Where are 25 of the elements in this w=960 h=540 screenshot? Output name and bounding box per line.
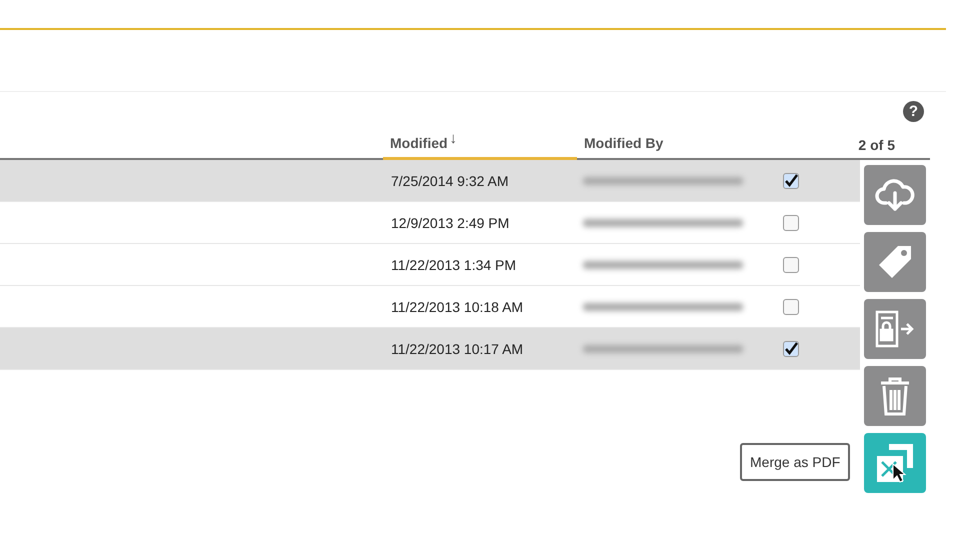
- selection-counter: 2 of 5: [858, 137, 896, 155]
- modified-date: 11/22/2013 1:34 PM: [390, 256, 518, 272]
- modified-date: 11/22/2013 10:18 AM: [390, 298, 524, 314]
- row-checkbox[interactable]: [783, 172, 799, 188]
- merge-button[interactable]: [864, 433, 926, 493]
- modified-date: 12/9/2013 2:49 PM: [390, 214, 510, 230]
- locked-document-icon: [874, 310, 916, 348]
- modified-date: 7/25/2014 9:32 AM: [390, 172, 510, 188]
- download-button[interactable]: [864, 165, 926, 225]
- delete-button[interactable]: [864, 366, 926, 426]
- cloud-download-icon: [875, 177, 915, 213]
- tag-button[interactable]: [864, 232, 926, 292]
- tooltip: Merge as PDF: [740, 443, 850, 481]
- merge-documents-icon: [875, 442, 915, 484]
- modified-date: 11/22/2013 10:17 AM: [390, 340, 524, 356]
- row-checkbox[interactable]: [783, 256, 799, 272]
- table-row[interactable]: 11/22/2013 10:17 AM: [0, 328, 860, 370]
- row-checkbox[interactable]: [783, 214, 799, 230]
- row-checkbox[interactable]: [783, 340, 799, 356]
- trash-icon: [879, 376, 911, 416]
- table-row[interactable]: 7/25/2014 9:32 AM: [0, 160, 860, 202]
- checkout-button[interactable]: [864, 299, 926, 359]
- column-header[interactable]: Modified By: [577, 131, 775, 160]
- help-icon[interactable]: ?: [903, 101, 924, 122]
- row-checkbox[interactable]: [783, 298, 799, 314]
